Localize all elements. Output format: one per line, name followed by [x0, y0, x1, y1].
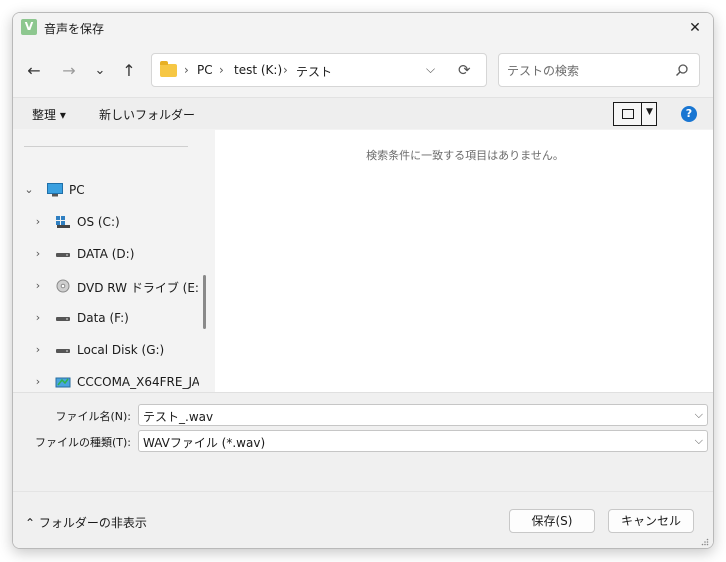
drive-icon [56, 349, 70, 353]
save-button[interactable]: 保存(S) [509, 509, 595, 533]
tree-item-data-d[interactable]: › DATA (D:) [13, 242, 213, 266]
collapsed-chevron-icon[interactable]: › [32, 375, 44, 388]
new-folder-button[interactable]: 新しいフォルダー [99, 106, 195, 123]
navigation-scrollbar[interactable] [199, 130, 213, 392]
tree-label: OS (C:) [77, 215, 120, 229]
recent-locations-button[interactable]: ⌄ [89, 60, 111, 82]
pc-monitor-icon [47, 183, 63, 197]
filename-label: ファイル名(N): [55, 410, 131, 423]
tree-label: Local Disk (G:) [77, 343, 165, 357]
breadcrumb-separator: › [184, 63, 189, 77]
collapsed-chevron-icon[interactable]: › [32, 311, 44, 324]
forward-button[interactable]: → [58, 60, 80, 82]
scrollbar-thumb[interactable] [203, 275, 206, 329]
filetype-label: ファイルの種類(T): [34, 436, 131, 449]
title-bar: V 音声を保存 ✕ [13, 13, 713, 43]
organize-button[interactable]: 整理 ▾ [32, 106, 66, 123]
view-options-button[interactable]: ▼ [613, 102, 657, 126]
tree-item-local-disk-g[interactable]: › Local Disk (G:) [13, 338, 213, 362]
tree-label: CCCOMA_X64FRE_JA-JI [77, 375, 212, 389]
window-title: 音声を保存 [44, 22, 105, 36]
view-dropdown-icon[interactable]: ▼ [646, 107, 653, 117]
search-input[interactable] [507, 62, 667, 80]
tree-label: Data (F:) [77, 311, 129, 325]
filetype-select[interactable]: WAVファイル (*.wav) ⌵ [138, 430, 708, 452]
collapsed-chevron-icon[interactable]: › [32, 279, 44, 292]
command-bar: 整理 ▾ 新しいフォルダー ▼ ? [13, 97, 713, 129]
back-button[interactable]: ← [23, 60, 45, 82]
filetype-value: WAVファイル (*.wav) [143, 436, 266, 450]
tree-item-os-c[interactable]: › OS (C:) [13, 210, 213, 234]
tree-label: DATA (D:) [77, 247, 135, 261]
save-dialog: V 音声を保存 ✕ ← → ⌄ ↑ › PC › test (K:) › テスト… [12, 12, 714, 549]
filename-field[interactable]: テスト_.wav ⌵ [138, 404, 708, 426]
app-icon: V [21, 19, 37, 35]
collapsed-chevron-icon[interactable]: › [32, 215, 44, 228]
collapsed-chevron-icon[interactable]: › [32, 343, 44, 356]
search-icon[interactable] [675, 63, 689, 77]
filename-value: テスト_.wav [143, 410, 214, 424]
folder-icon [160, 61, 177, 77]
tree-item-dvd-e[interactable]: › DVD RW ドライブ (E:) Au [13, 274, 213, 298]
os-drive-icon [56, 216, 70, 228]
tree-item-pc[interactable]: ⌄ PC [13, 178, 213, 202]
search-box[interactable] [498, 53, 700, 87]
view-divider [641, 103, 642, 125]
expand-chevron-icon[interactable]: ⌄ [23, 183, 35, 196]
cancel-button[interactable]: キャンセル [608, 509, 694, 533]
dvd-icon [56, 279, 70, 293]
breadcrumb-test-folder[interactable]: テスト [296, 63, 332, 80]
help-icon[interactable]: ? [681, 106, 697, 122]
breadcrumb-test-drive[interactable]: test (K:) [234, 63, 282, 77]
install-media-icon [55, 377, 71, 388]
navigation-pane: ⌄ PC › OS (C:) › DATA (D:) › DVD RW ドライブ… [13, 130, 213, 392]
chevron-down-icon[interactable]: ⌵ [695, 434, 703, 448]
file-list-area[interactable]: 検索条件に一致する項目はありません。 [215, 130, 713, 392]
drive-icon [56, 317, 70, 321]
breadcrumb-separator: › [219, 63, 224, 77]
address-dropdown-icon[interactable]: ⌵ [426, 62, 435, 77]
breadcrumb-separator: › [283, 63, 288, 77]
pane-divider [24, 146, 188, 147]
refresh-icon[interactable]: ⟳ [458, 61, 471, 79]
address-bar[interactable]: › PC › test (K:) › テスト ⌵ ⟳ [151, 53, 487, 87]
hide-folders-toggle[interactable]: ⌃ フォルダーの非表示 [25, 514, 147, 531]
view-icon [622, 109, 634, 119]
collapsed-chevron-icon[interactable]: › [32, 247, 44, 260]
chevron-down-icon[interactable]: ⌵ [695, 408, 703, 422]
tree-item-data-f[interactable]: › Data (F:) [13, 306, 213, 330]
empty-message: 検索条件に一致する項目はありません。 [366, 149, 564, 162]
drive-icon [56, 253, 70, 257]
tree-label-pc: PC [69, 183, 85, 197]
up-button[interactable]: ↑ [118, 60, 140, 82]
dialog-footer: ⌃ フォルダーの非表示 保存(S) キャンセル [13, 491, 713, 548]
close-button[interactable]: ✕ [681, 15, 709, 41]
resize-grip-icon[interactable] [701, 538, 709, 546]
tree-item-cccoma[interactable]: › CCCOMA_X64FRE_JA-JI [13, 370, 213, 394]
tree-label: DVD RW ドライブ (E:) Au [77, 281, 213, 295]
breadcrumb-pc[interactable]: PC [197, 63, 213, 77]
